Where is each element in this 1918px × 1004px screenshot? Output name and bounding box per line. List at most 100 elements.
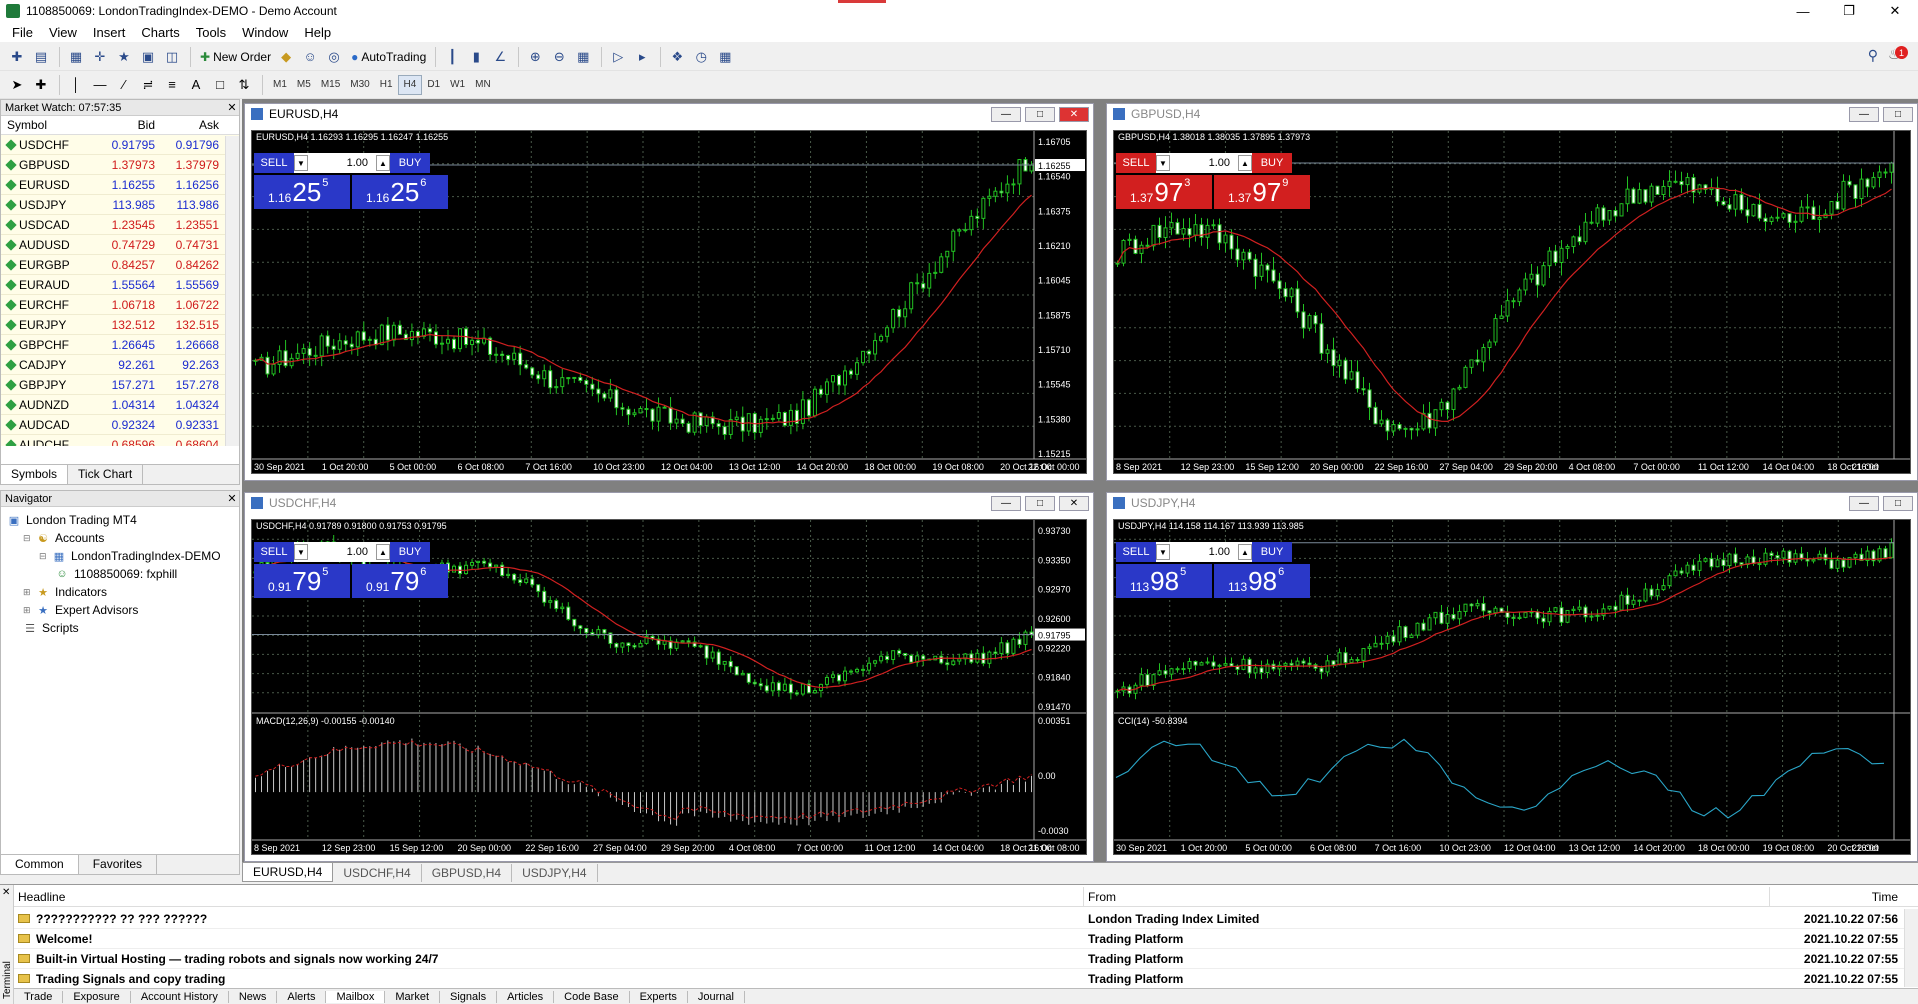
terminal-tab-trade[interactable]: Trade	[14, 990, 64, 1003]
profiles-icon[interactable]: ▤	[30, 46, 52, 68]
buy-price-button[interactable]: 113 98 6	[1214, 564, 1310, 598]
market-watch-row[interactable]: USDCHF 0.91795 0.91796	[1, 135, 239, 155]
tile-windows-icon[interactable]: ▦	[572, 46, 594, 68]
minimize-icon[interactable]: —	[1849, 107, 1879, 122]
buy-price-button[interactable]: 1.37 97 9	[1214, 175, 1310, 209]
terminal-toggle-icon[interactable]: ▣	[137, 46, 159, 68]
sell-button[interactable]: SELL	[254, 542, 294, 562]
maximize-icon[interactable]: □	[1025, 496, 1055, 511]
arrows-icon[interactable]: ⇅	[233, 74, 255, 96]
sell-price-button[interactable]: 0.91 79 5	[254, 564, 350, 598]
col-ask[interactable]: Ask	[155, 118, 219, 132]
buy-price-button[interactable]: 1.16 25 6	[352, 175, 448, 209]
maximize-icon[interactable]: □	[1025, 107, 1055, 122]
terminal-tab-account-history[interactable]: Account History	[131, 990, 229, 1003]
navigator-item[interactable]: ⊞ ★ Expert Advisors	[1, 601, 239, 619]
mailbox-row[interactable]: Built-in Virtual Hosting — trading robot…	[14, 949, 1918, 969]
volume-value[interactable]: 1.00	[1170, 157, 1238, 169]
market-watch-row[interactable]: EURAUD 1.55564 1.55569	[1, 275, 239, 295]
navigator-item[interactable]: ▣ London Trading MT4	[1, 511, 239, 529]
col-bid[interactable]: Bid	[99, 118, 155, 132]
chart-tab-eurusd[interactable]: EURUSD,H4	[242, 863, 334, 882]
mailbox-row[interactable]: Trading Signals and copy trading Trading …	[14, 969, 1918, 989]
market-watch-row[interactable]: AUDCAD 0.92324 0.92331	[1, 415, 239, 435]
chart-canvas[interactable]: USDJPY,H4 114.158 114.167 113.939 113.98…	[1113, 519, 1911, 855]
chart-tab-gbpusd[interactable]: GBPUSD,H4	[422, 863, 513, 882]
sell-button[interactable]: SELL	[1116, 153, 1156, 173]
volume-up-icon[interactable]: ▲	[1238, 544, 1252, 560]
chart-window-titlebar[interactable]: USDCHF,H4	[245, 493, 1093, 513]
terminal-tab-experts[interactable]: Experts	[630, 990, 688, 1003]
expand-icon[interactable]: ⊟	[23, 533, 31, 544]
text-label-icon[interactable]: □	[209, 74, 231, 96]
minimize-icon[interactable]: —	[1780, 0, 1826, 22]
navigator-toggle-icon[interactable]: ★	[113, 46, 135, 68]
tab-symbols[interactable]: Symbols	[1, 465, 69, 484]
trendline-icon[interactable]: ∕	[113, 74, 135, 96]
volume-down-icon[interactable]: ▼	[294, 544, 308, 560]
chart-tab-usdjpy[interactable]: USDJPY,H4	[512, 863, 598, 882]
market-watch-row[interactable]: GBPCHF 1.26645 1.26668	[1, 335, 239, 355]
chart-window-eurusd[interactable]: EURUSD,H4 — □ ✕ 1.16705 1.16540 1.16375 1.16210…	[244, 103, 1094, 481]
candlestick-icon[interactable]: ▮	[465, 46, 487, 68]
volume-up-icon[interactable]: ▲	[376, 155, 390, 171]
periods-icon[interactable]: ◷	[690, 46, 712, 68]
terminal-tab-articles[interactable]: Articles	[497, 990, 555, 1003]
volume-down-icon[interactable]: ▼	[1156, 544, 1170, 560]
market-watch-scrollbar[interactable]	[225, 136, 239, 446]
volume-value[interactable]: 1.00	[1170, 546, 1238, 558]
chart-window-usdchf[interactable]: USDCHF,H4 — □ ✕ 0.93730 0.93350 0.92970 0.92600…	[244, 492, 1094, 862]
tab-common[interactable]: Common	[1, 855, 79, 874]
menu-insert[interactable]: Insert	[85, 25, 134, 40]
minimize-icon[interactable]: —	[991, 107, 1021, 122]
horizontal-line-icon[interactable]: —	[89, 74, 111, 96]
sell-price-button[interactable]: 113 98 5	[1116, 564, 1212, 598]
navigator-item[interactable]: ⊟ ☯ Accounts	[1, 529, 239, 547]
tf-m15[interactable]: M15	[316, 75, 345, 95]
terminal-tab-news[interactable]: News	[229, 990, 278, 1003]
new-chart-icon[interactable]: ✚	[6, 46, 28, 68]
terminal-scrollbar[interactable]	[1904, 909, 1918, 987]
market-watch-row[interactable]: AUDNZD 1.04314 1.04324	[1, 395, 239, 415]
tester-toggle-icon[interactable]: ◫	[161, 46, 183, 68]
volume-down-icon[interactable]: ▼	[294, 155, 308, 171]
buy-button[interactable]: BUY	[390, 153, 430, 173]
sell-button[interactable]: SELL	[1116, 542, 1156, 562]
templates-icon[interactable]: ▦	[714, 46, 736, 68]
cursor-icon[interactable]: ➤	[6, 74, 28, 96]
volume-down-icon[interactable]: ▼	[1156, 155, 1170, 171]
close-icon[interactable]: ✕	[1059, 496, 1089, 511]
crosshair-icon[interactable]: ✚	[30, 74, 52, 96]
chart-shift-icon[interactable]: ▸	[631, 46, 653, 68]
mailbox-row[interactable]: Welcome! Trading Platform 2021.10.22 07:55	[14, 929, 1918, 949]
market-watch-row[interactable]: USDCAD 1.23545 1.23551	[1, 215, 239, 235]
indicators-icon[interactable]: ❖	[666, 46, 688, 68]
col-symbol[interactable]: Symbol	[1, 118, 99, 132]
volume-up-icon[interactable]: ▲	[376, 544, 390, 560]
terminal-tab-signals[interactable]: Signals	[440, 990, 498, 1003]
market-watch-row[interactable]: AUDCHF 0.68596 0.68604	[1, 435, 239, 446]
text-icon[interactable]: A	[185, 74, 207, 96]
market-watch-row[interactable]: EURCHF 1.06718 1.06722	[1, 295, 239, 315]
new-order-button[interactable]: ✚ New Order	[196, 46, 275, 68]
vertical-line-icon[interactable]: │	[65, 74, 87, 96]
terminal-tab-exposure[interactable]: Exposure	[63, 990, 131, 1003]
market-watch-toggle-icon[interactable]: ▦	[65, 46, 87, 68]
sell-price-button[interactable]: 1.37 97 3	[1116, 175, 1212, 209]
expand-icon[interactable]: ⊞	[23, 587, 31, 598]
autoscroll-icon[interactable]: ▷	[607, 46, 629, 68]
metaeditor-icon[interactable]: ◆	[275, 46, 297, 68]
restore-icon[interactable]: ❐	[1826, 0, 1872, 22]
buy-button[interactable]: BUY	[1252, 153, 1292, 173]
menu-window[interactable]: Window	[234, 25, 296, 40]
chart-tab-usdchf[interactable]: USDCHF,H4	[333, 863, 422, 882]
signals-icon[interactable]: ◎	[323, 46, 345, 68]
col-from[interactable]: From	[1084, 887, 1770, 906]
terminal-tab-alerts[interactable]: Alerts	[277, 990, 327, 1003]
market-watch-row[interactable]: GBPJPY 157.271 157.278	[1, 375, 239, 395]
volume-value[interactable]: 1.00	[308, 546, 376, 558]
sell-price-button[interactable]: 1.16 25 5	[254, 175, 350, 209]
menu-tools[interactable]: Tools	[188, 25, 234, 40]
tab-tick-chart[interactable]: Tick Chart	[68, 465, 144, 484]
chart-canvas[interactable]: 0.93730 0.93350 0.92970 0.92600 0.92220 0.918…	[251, 519, 1087, 855]
